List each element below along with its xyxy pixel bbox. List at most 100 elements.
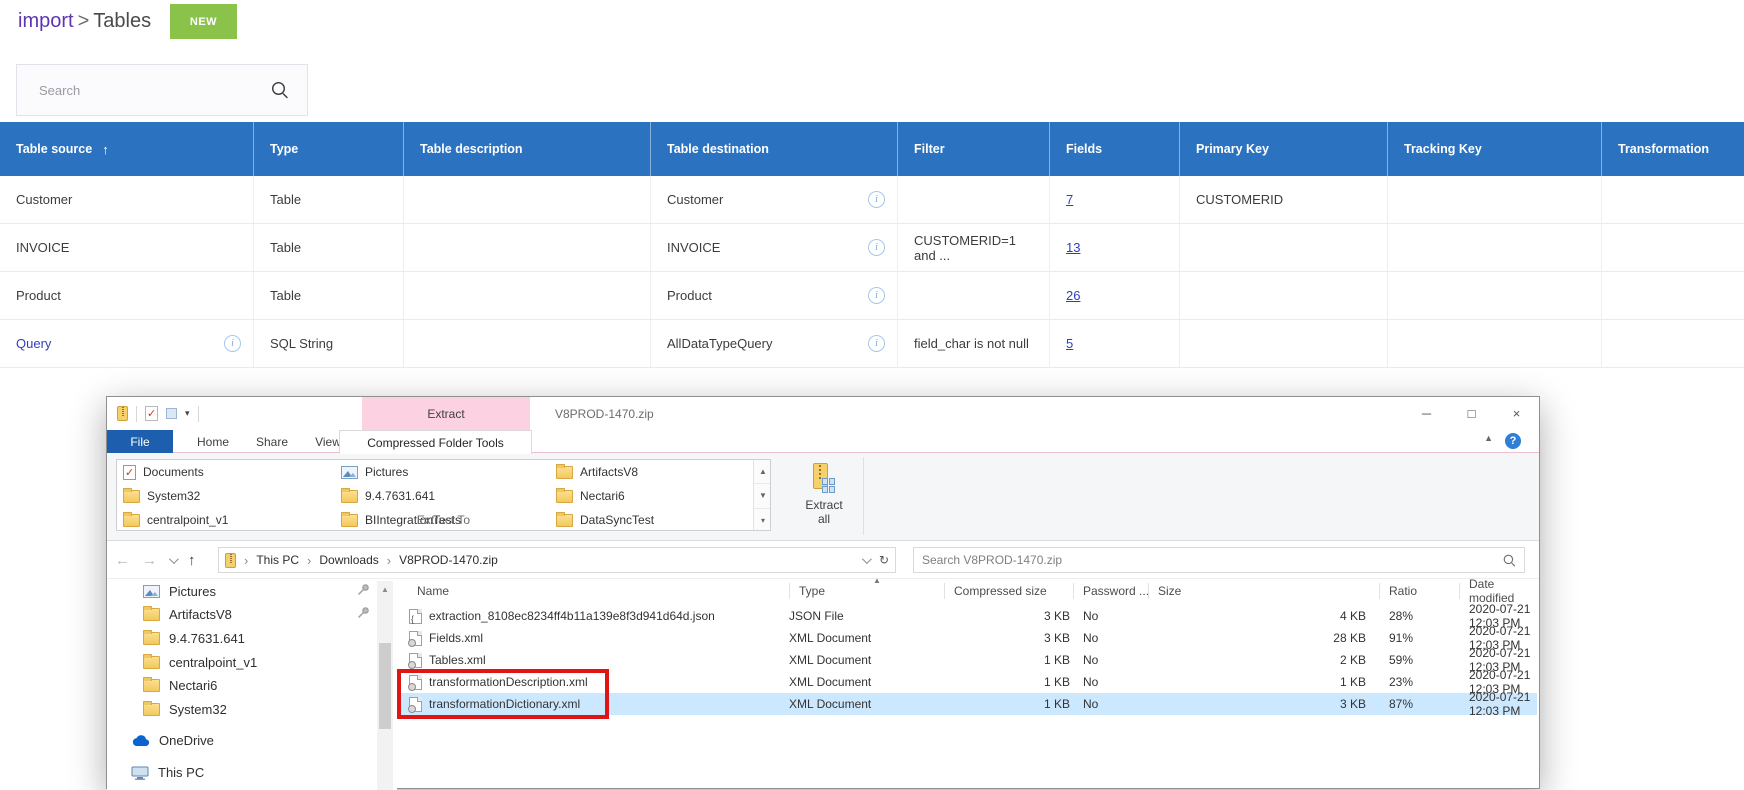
divider[interactable] <box>1459 583 1460 599</box>
file-row[interactable]: transformationDescription.xml XML Docume… <box>397 671 1537 693</box>
column-header-table-description[interactable]: Table description <box>404 122 651 176</box>
forward-icon[interactable]: → <box>142 552 157 569</box>
column-header-filter[interactable]: Filter <box>898 122 1050 176</box>
table-row[interactable]: Product Table Producti 26 <box>0 272 1744 320</box>
column-header-name[interactable]: Name <box>417 579 449 603</box>
pin-icon[interactable] <box>357 606 370 619</box>
collapse-ribbon-icon[interactable]: ▲ <box>1484 433 1493 443</box>
gallery-item[interactable]: Nectari6 <box>556 484 625 508</box>
gallery-item[interactable]: 9.4.7631.641 <box>341 484 435 508</box>
tab-file[interactable]: File <box>107 430 173 453</box>
nav-item-pictures[interactable]: Pictures <box>107 580 375 603</box>
divider[interactable] <box>1148 583 1149 599</box>
column-header-primary-key[interactable]: Primary Key <box>1180 122 1388 176</box>
gallery-item[interactable]: ArtifactsV8 <box>556 460 638 484</box>
extract-all-button[interactable]: Extractall <box>789 457 859 537</box>
pictures-icon <box>143 585 160 598</box>
search-icon[interactable] <box>1503 554 1516 567</box>
nav-item-artifactsv8[interactable]: ArtifactsV8 <box>107 603 375 626</box>
scrollbar-thumb[interactable] <box>379 643 391 729</box>
nav-item-nectari6[interactable]: Nectari6 <box>107 674 375 697</box>
query-link[interactable]: Query <box>16 336 51 351</box>
new-folder-icon[interactable] <box>166 408 177 419</box>
new-button[interactable]: NEW <box>170 4 237 39</box>
column-header-table-destination[interactable]: Table destination <box>651 122 898 176</box>
address-crumb-zip[interactable]: V8PROD-1470.zip <box>399 553 498 567</box>
pin-icon[interactable] <box>357 583 370 596</box>
table-row[interactable]: Queryi SQL String AllDataTypeQueryi fiel… <box>0 320 1744 368</box>
info-icon[interactable]: i <box>868 335 885 352</box>
nav-item-system32[interactable]: System32 <box>107 698 375 721</box>
folder-icon <box>556 490 573 503</box>
contextual-tab-header[interactable]: Extract <box>362 397 530 430</box>
tab-share[interactable]: Share <box>245 430 299 453</box>
column-header-type[interactable]: Type <box>799 579 825 603</box>
recent-locations-icon[interactable] <box>169 554 179 564</box>
close-button[interactable]: × <box>1494 397 1539 430</box>
info-icon[interactable]: i <box>868 239 885 256</box>
file-row[interactable]: Fields.xml XML Document 3 KB No 28 KB 91… <box>397 627 1537 649</box>
breadcrumb-parent[interactable]: import <box>18 10 74 32</box>
fields-count-link[interactable]: 7 <box>1066 192 1073 207</box>
folder-icon <box>143 632 160 645</box>
fields-count-link[interactable]: 26 <box>1066 288 1080 303</box>
file-row[interactable]: extraction_8108ec8234ff4b11a139e8f3d941d… <box>397 605 1537 627</box>
divider[interactable] <box>944 583 945 599</box>
fields-count-link[interactable]: 13 <box>1066 240 1080 255</box>
info-icon[interactable]: i <box>868 191 885 208</box>
column-header-compressed-size[interactable]: Compressed size <box>954 579 1047 603</box>
fields-count-link[interactable]: 5 <box>1066 336 1073 351</box>
scroll-up-icon[interactable]: ▲ <box>377 581 393 597</box>
help-icon[interactable]: ? <box>1505 433 1521 449</box>
column-header-size[interactable]: Size <box>1158 579 1181 603</box>
divider[interactable] <box>789 583 790 599</box>
gallery-scroll-down-icon[interactable]: ▼ <box>754 484 771 508</box>
column-header-tracking-key[interactable]: Tracking Key <box>1388 122 1602 176</box>
nav-item-this-pc[interactable]: This PC <box>107 761 375 784</box>
properties-check-icon[interactable] <box>145 406 158 421</box>
address-crumb-downloads[interactable]: Downloads <box>319 553 378 567</box>
tab-home[interactable]: Home <box>187 430 239 453</box>
nav-item-9-4-7631-641[interactable]: 9.4.7631.641 <box>107 627 375 650</box>
gallery-item[interactable]: Pictures <box>341 460 408 484</box>
table-row[interactable]: INVOICE Table INVOICEi CUSTOMERID=1 and … <box>0 224 1744 272</box>
up-icon[interactable]: ↑ <box>188 552 196 569</box>
cell-filter: CUSTOMERID=1 and ... <box>898 224 1050 271</box>
tab-compressed-folder-tools[interactable]: Compressed Folder Tools <box>339 430 532 454</box>
explorer-search-input[interactable] <box>914 553 1503 567</box>
address-box[interactable]: › This PC › Downloads › V8PROD-1470.zip … <box>218 547 896 573</box>
divider[interactable] <box>1073 583 1074 599</box>
divider[interactable] <box>1379 583 1380 599</box>
column-header-date-modified[interactable]: Date modified <box>1469 579 1537 603</box>
gallery-item[interactable]: System32 <box>123 484 200 508</box>
info-icon[interactable]: i <box>224 335 241 352</box>
file-row[interactable]: Tables.xml XML Document 1 KB No 2 KB 59%… <box>397 649 1537 671</box>
nav-scrollbar[interactable]: ▲ <box>377 581 393 790</box>
info-icon[interactable]: i <box>868 287 885 304</box>
address-crumb-this-pc[interactable]: This PC <box>256 553 299 567</box>
nav-item-centralpoint-v1[interactable]: centralpoint_v1 <box>107 651 375 674</box>
gallery-item[interactable]: Documents <box>123 460 204 484</box>
title-bar[interactable]: ▾ Extract V8PROD-1470.zip ─ □ × <box>107 397 1539 430</box>
refresh-icon[interactable]: ↻ <box>879 553 889 567</box>
address-dropdown-icon[interactable] <box>862 554 872 564</box>
column-header-type[interactable]: Type <box>254 122 404 176</box>
address-bar-row: ← → ↑ › This PC › Downloads › V8PROD-147… <box>107 541 1539 579</box>
ribbon: Documents System32 centralpoint_v1 Pictu… <box>107 453 1539 541</box>
column-header-password[interactable]: Password ... <box>1083 579 1149 603</box>
column-header-fields[interactable]: Fields <box>1050 122 1180 176</box>
nav-item-onedrive[interactable]: OneDrive <box>107 729 375 752</box>
maximize-button[interactable]: □ <box>1449 397 1494 430</box>
file-row-selected[interactable]: transformationDictionary.xml XML Documen… <box>397 693 1537 715</box>
cell-primary-key <box>1180 224 1388 271</box>
back-icon[interactable]: ← <box>115 552 130 569</box>
column-header-table-source[interactable]: Table source↑ <box>0 122 254 176</box>
column-header-transformation[interactable]: Transformation <box>1602 122 1744 176</box>
gallery-scroll-up-icon[interactable]: ▲ <box>754 460 771 484</box>
customize-quick-access-icon[interactable]: ▾ <box>185 408 190 419</box>
search-icon[interactable] <box>271 81 289 99</box>
column-header-ratio[interactable]: Ratio <box>1389 579 1417 603</box>
app-search-input[interactable] <box>17 83 271 98</box>
table-row[interactable]: Customer Table Customeri 7 CUSTOMERID <box>0 176 1744 224</box>
minimize-button[interactable]: ─ <box>1404 397 1449 430</box>
